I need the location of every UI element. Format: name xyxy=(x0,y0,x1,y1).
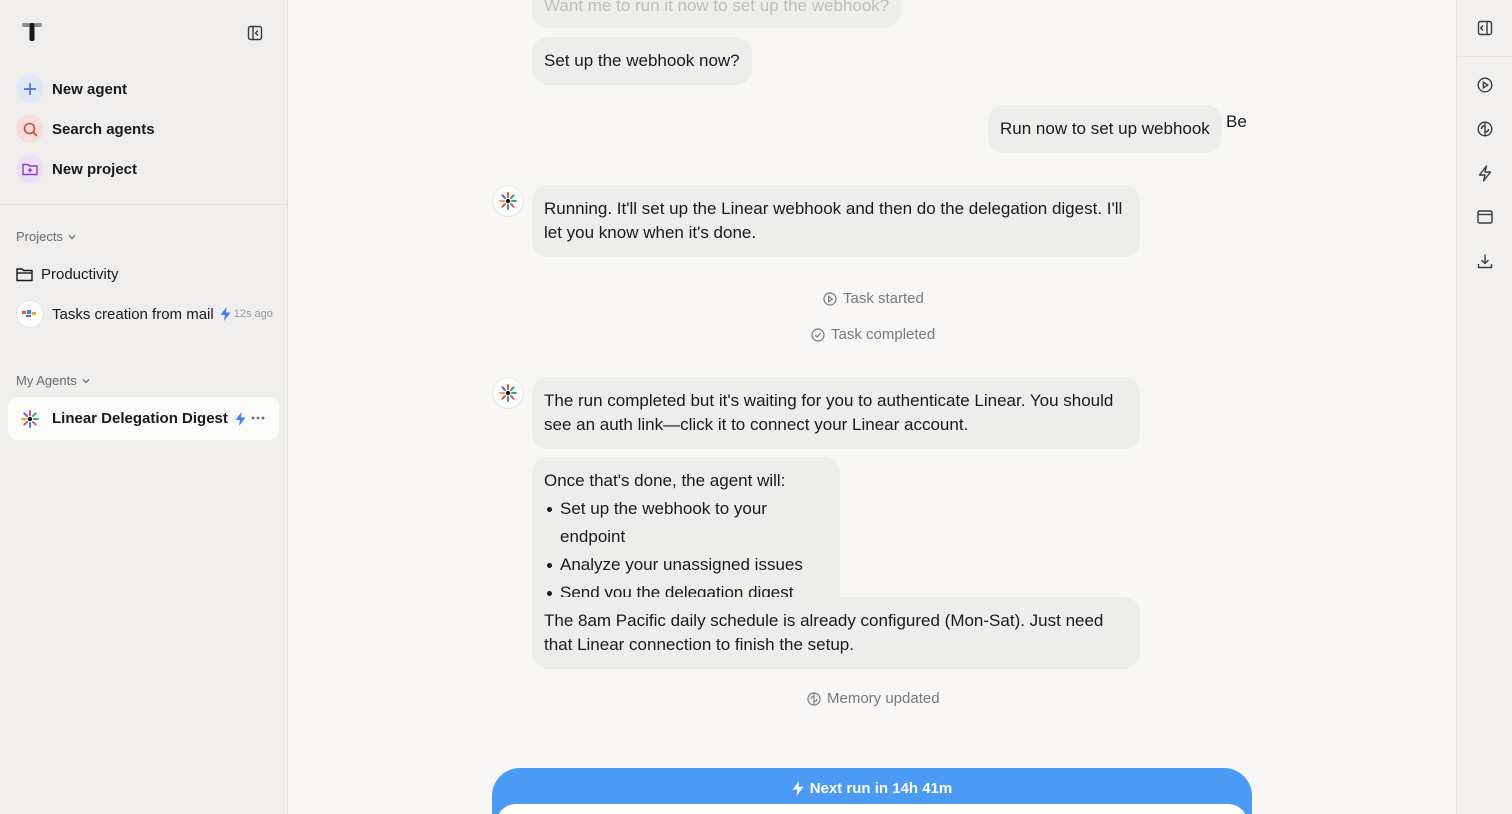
status-text: Memory updated xyxy=(827,690,940,707)
browser-window-icon[interactable] xyxy=(1474,206,1496,228)
previous-message-text: Want me to run it now to set up the webh… xyxy=(544,0,890,15)
message-text: The 8am Pacific daily schedule is alread… xyxy=(544,611,1104,654)
chevron-down-icon xyxy=(68,234,76,239)
list-intro: Once that's done, the agent will: xyxy=(544,471,786,490)
next-steps-list: Set up the webhook to your endpoint Anal… xyxy=(544,495,828,607)
my-agents-header-label: My Agents xyxy=(16,373,77,388)
assistant-message-list: Once that's done, the agent will: Set up… xyxy=(532,457,840,619)
previous-message: Want me to run it now to set up the webh… xyxy=(532,0,902,28)
list-item: Analyze your unassigned issues xyxy=(544,551,828,579)
user-message: Run now to set up webhook xyxy=(988,105,1222,153)
collapse-sidebar-icon[interactable] xyxy=(244,22,266,44)
chat-area: Want me to run it now to set up the webh… xyxy=(288,0,1456,814)
right-rail xyxy=(1456,0,1512,814)
app-logo[interactable] xyxy=(20,20,44,44)
agent-avatar-icon xyxy=(492,185,524,217)
message-input[interactable] xyxy=(496,804,1248,814)
search-agents-button[interactable]: Search agents xyxy=(16,114,155,144)
search-agents-label: Search agents xyxy=(52,120,155,138)
task-started-status: Task started xyxy=(823,290,924,307)
side-text: Be xyxy=(1226,112,1247,131)
new-project-label: New project xyxy=(52,160,138,178)
new-agent-button[interactable]: New agent xyxy=(16,74,127,104)
chevron-down-icon xyxy=(82,378,90,383)
agent-avatar-icon xyxy=(492,377,524,409)
plus-icon xyxy=(16,75,44,103)
task-item-mail[interactable]: Tasks creation from mail 12s ago xyxy=(16,300,273,328)
check-circle-icon xyxy=(811,327,825,342)
bolt-icon xyxy=(235,411,246,426)
next-run-label: Next run in 14h 41m xyxy=(809,779,953,797)
project-label: Productivity xyxy=(41,266,119,283)
new-agent-label: New agent xyxy=(52,80,128,98)
assistant-message: Set up the webhook now? xyxy=(532,37,752,85)
status-text: Task started xyxy=(843,290,924,307)
task-avatar xyxy=(16,300,44,328)
projects-header-label: Projects xyxy=(16,229,63,244)
search-icon xyxy=(16,115,44,143)
brain-icon xyxy=(807,691,821,706)
task-time-ago: 12s ago xyxy=(233,308,273,320)
more-options-icon[interactable] xyxy=(249,409,267,427)
list-item: Set up the webhook to your endpoint xyxy=(544,495,828,551)
my-agents-header[interactable]: My Agents xyxy=(16,373,91,388)
message-text: Run now to set up webhook xyxy=(1000,119,1210,138)
agent-item-linear-delegation-digest[interactable]: Linear Delegation Digest xyxy=(8,397,279,440)
assistant-message: Running. It'll set up the Linear webhook… xyxy=(532,185,1140,257)
project-item-productivity[interactable]: Productivity xyxy=(16,266,119,283)
message-text: The run completed but it's waiting for y… xyxy=(544,391,1114,434)
memory-updated-status: Memory updated xyxy=(807,690,940,707)
task-label: Tasks creation from mail xyxy=(52,305,214,323)
download-icon[interactable] xyxy=(1474,250,1496,272)
agent-avatar-icon xyxy=(16,405,44,433)
task-completed-status: Task completed xyxy=(811,326,935,343)
agent-label: Linear Delegation Digest xyxy=(52,410,228,427)
folder-icon xyxy=(16,268,33,282)
sidebar: New agent Search agents New project Proj… xyxy=(0,0,288,814)
projects-header[interactable]: Projects xyxy=(16,229,77,244)
bolt-icon xyxy=(220,307,231,321)
panel-icon[interactable] xyxy=(1474,17,1496,39)
new-project-button[interactable]: New project xyxy=(16,154,137,184)
message-text: Set up the webhook now? xyxy=(544,51,740,70)
brain-icon[interactable] xyxy=(1474,118,1496,140)
message-text: Running. It'll set up the Linear webhook… xyxy=(544,199,1123,242)
bolt-icon xyxy=(792,780,804,796)
assistant-message: The run completed but it's waiting for y… xyxy=(532,377,1140,449)
bolt-icon[interactable] xyxy=(1474,162,1496,184)
status-text: Task completed xyxy=(831,326,936,343)
rail-divider xyxy=(1457,56,1512,57)
assistant-message: The 8am Pacific daily schedule is alread… xyxy=(532,597,1140,669)
play-circle-icon[interactable] xyxy=(1474,74,1496,96)
play-circle-icon xyxy=(823,291,837,306)
folder-plus-icon xyxy=(16,155,44,183)
sidebar-divider xyxy=(0,204,287,205)
